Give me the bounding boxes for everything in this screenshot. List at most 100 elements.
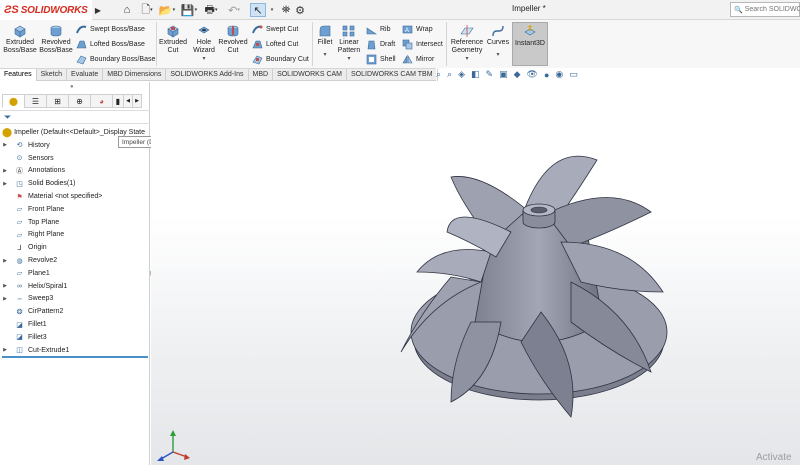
view-orientation-icon[interactable]: ▣ <box>499 69 508 80</box>
tree-item-cut-extrude1[interactable]: ▶ ◫ Cut-Extrude1 <box>0 344 150 357</box>
rollback-bar[interactable] <box>2 356 148 358</box>
instant3d-icon <box>524 25 536 36</box>
zoom-to-fit-icon[interactable]: ⌕ <box>436 69 441 80</box>
expand-arrow-icon[interactable]: ▶ <box>0 168 10 174</box>
save-icon[interactable]: 💾 ▾ <box>180 3 198 17</box>
new-document-icon[interactable]: 🗋 ▾ <box>138 3 156 17</box>
rebuild-icon[interactable]: ⛯ <box>280 3 292 17</box>
tree-item-plane1[interactable]: ▱ Plane1 <box>0 267 150 280</box>
tab-solidworks-cam-tbm[interactable]: SOLIDWORKS CAM TBM <box>347 69 438 81</box>
tab-solidworks-add-ins[interactable]: SOLIDWORKS Add-Ins <box>166 69 249 81</box>
open-document-icon[interactable]: 📂 ▾ <box>158 3 176 17</box>
filter-bar[interactable]: ⏷ <box>0 110 150 124</box>
print-icon[interactable]: 🖶 ▾ <box>202 3 220 17</box>
tree-item-top-plane[interactable]: ▱ Top Plane <box>0 216 150 229</box>
tree-item-front-plane[interactable]: ▱ Front Plane <box>0 203 150 216</box>
shell-button[interactable]: Shell <box>366 54 396 65</box>
tree-item-sensors[interactable]: ⊙ Sensors <box>0 152 150 165</box>
search-box[interactable]: 🔍 <box>730 2 800 17</box>
dimxpert-manager-tab-icon[interactable]: ⊕ <box>68 94 91 108</box>
expand-arrow-icon[interactable]: ▶ <box>0 283 10 289</box>
rib-button[interactable]: Rib <box>366 24 391 35</box>
wrap-icon: A <box>402 25 413 34</box>
undo-icon[interactable]: ↶ ▾ <box>226 3 242 17</box>
tab-sketch[interactable]: Sketch <box>37 69 68 81</box>
curves-dropdown-icon[interactable]: ▾ <box>496 51 499 59</box>
tree-item-revolve2[interactable]: ▶ ◍ Revolve2 <box>0 254 150 267</box>
tab-features[interactable]: Features <box>0 69 37 81</box>
fillet-dropdown-icon[interactable]: ▾ <box>323 51 326 59</box>
revolved-cut-button[interactable]: Revolved Cut <box>218 24 248 55</box>
view-triad-icon[interactable] <box>157 430 190 461</box>
tree-item-cirpattern2[interactable]: ❂ CirPattern2 <box>0 305 150 318</box>
expand-arrow-icon[interactable]: ▶ <box>0 347 10 353</box>
tab-evaluate[interactable]: Evaluate <box>67 69 104 81</box>
tab-solidworks-cam[interactable]: SOLIDWORKS CAM <box>273 69 348 81</box>
mirror-button[interactable]: Mirror <box>402 54 434 65</box>
expand-arrow-icon[interactable]: ▶ <box>0 142 10 148</box>
draft-button[interactable]: Draft <box>366 39 395 50</box>
expand-arrow-icon[interactable]: ▶ <box>0 296 10 302</box>
curves-button[interactable]: Curves ▾ <box>486 24 510 59</box>
tab-mbd[interactable]: MBD <box>249 69 274 81</box>
linear-pattern-dropdown-icon[interactable]: ▾ <box>347 55 350 63</box>
search-input[interactable] <box>744 6 800 13</box>
swept-boss-button[interactable]: Swept Boss/Base <box>76 24 145 35</box>
filter-funnel-icon[interactable]: ⏷ <box>4 112 11 123</box>
feature-manager-tab-icon[interactable]: ⬤ <box>2 94 25 108</box>
document-title: Impeller * <box>512 4 546 13</box>
select-dropdown-icon[interactable]: ▾ <box>268 3 276 17</box>
tree-item-origin[interactable]: ⅃ Origin <box>0 241 150 254</box>
instant3d-button[interactable]: Instant3D <box>512 22 548 66</box>
expand-arrow-icon[interactable]: ▶ <box>0 181 10 187</box>
intersect-button[interactable]: Intersect <box>402 39 443 50</box>
dynamic-annotation-icon[interactable]: ✎ <box>486 69 494 80</box>
home-icon[interactable]: ⌂ <box>120 3 134 17</box>
tree-item-helix-spiral1[interactable]: ▶ ∞ Helix/Spiral1 <box>0 280 150 293</box>
reference-geometry-dropdown-icon[interactable]: ▾ <box>465 55 468 63</box>
hide-show-items-icon[interactable]: 👁 <box>527 69 538 80</box>
fillet-button[interactable]: Fillet ▾ <box>314 24 336 59</box>
select-cursor-icon[interactable]: ↖ <box>250 3 266 17</box>
revolved-boss-button[interactable]: Revolved Boss/Base <box>39 24 73 55</box>
zoom-to-area-icon[interactable]: ⌕ <box>447 69 452 80</box>
options-gear-icon[interactable]: ⚙ <box>294 3 306 17</box>
tab-mbd-dimensions[interactable]: MBD Dimensions <box>103 69 167 81</box>
configuration-manager-tab-icon[interactable]: ⊞ <box>46 94 69 108</box>
panel-grip-icon[interactable]: ● <box>70 84 74 90</box>
linear-pattern-button[interactable]: Linear Pattern ▾ <box>336 24 362 63</box>
ribbon-separator <box>312 22 313 66</box>
lofted-boss-button[interactable]: Lofted Boss/Base <box>76 39 145 50</box>
tree-item-material[interactable]: ⚑ Material <not specified> <box>0 190 150 203</box>
boundary-boss-button[interactable]: Boundary Boss/Base <box>76 54 155 65</box>
reference-geometry-button[interactable]: Reference Geometry ▾ <box>450 24 484 63</box>
tree-item-solid-bodies[interactable]: ▶ ◳ Solid Bodies(1) <box>0 177 150 190</box>
extruded-boss-button[interactable]: Extruded Boss/Base <box>3 24 37 55</box>
tree-item-fillet1[interactable]: ◪ Fillet1 <box>0 318 150 331</box>
extruded-cut-button[interactable]: Extruded Cut <box>158 24 188 55</box>
tree-item-right-plane[interactable]: ▱ Right Plane <box>0 229 150 242</box>
hole-wizard-dropdown-icon[interactable]: ▾ <box>202 55 205 63</box>
wrap-button[interactable]: A Wrap <box>402 24 433 35</box>
previous-view-icon[interactable]: ◈ <box>458 69 465 80</box>
swept-cut-button[interactable]: Swept Cut <box>252 24 298 35</box>
apply-scene-icon[interactable]: ◉ <box>555 69 563 80</box>
impeller-model[interactable] <box>151 82 800 465</box>
tree-item-fillet3[interactable]: ◪ Fillet3 <box>0 331 150 344</box>
section-view-icon[interactable]: ◧ <box>471 69 480 80</box>
expand-arrow-icon[interactable]: ▶ <box>0 258 10 264</box>
panel-tabs-scroll-right-icon[interactable]: ▶ <box>132 94 142 108</box>
view-settings-icon[interactable]: ▭ <box>569 69 578 80</box>
display-style-icon[interactable]: ◆ <box>514 69 521 80</box>
tree-item-sweep3[interactable]: ▶ ∽ Sweep3 <box>0 293 150 306</box>
display-manager-tab-icon[interactable]: ◕ <box>90 94 113 108</box>
solidworks-logo[interactable]: ƧS SOLIDWORKS <box>0 0 92 20</box>
edit-appearance-icon[interactable]: ● <box>544 70 549 80</box>
boundary-cut-button[interactable]: Boundary Cut <box>252 54 309 65</box>
menu-expand-arrow-icon[interactable]: ▶ <box>92 0 104 20</box>
hole-wizard-button[interactable]: Hole Wizard ▾ <box>190 24 218 63</box>
tree-item-annotations[interactable]: ▶ Ⓐ Annotations <box>0 165 150 178</box>
property-manager-tab-icon[interactable]: ☰ <box>24 94 47 108</box>
graphics-area[interactable] <box>151 82 800 465</box>
lofted-cut-button[interactable]: Lofted Cut <box>252 39 298 50</box>
